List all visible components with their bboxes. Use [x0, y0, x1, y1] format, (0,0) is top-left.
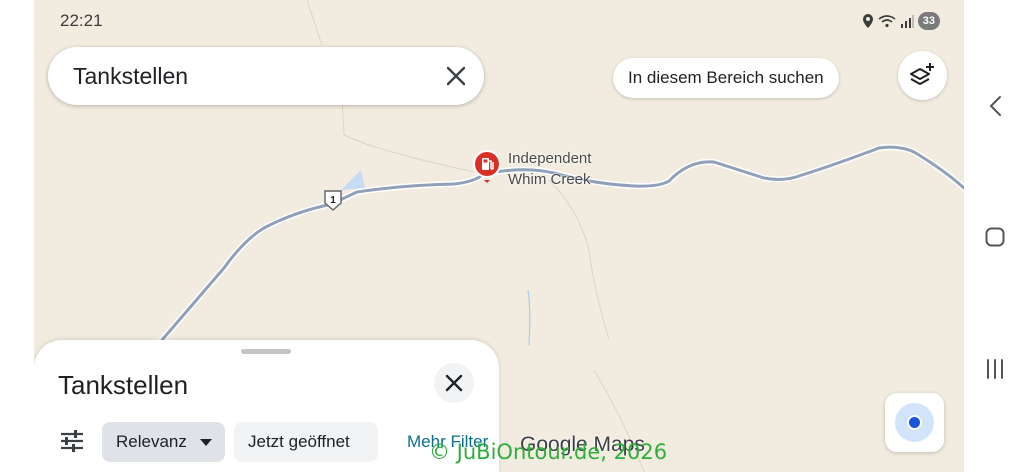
map-stream [527, 289, 531, 346]
recents-icon[interactable] [985, 358, 1005, 380]
dropdown-icon [200, 439, 212, 446]
tune-icon[interactable] [60, 430, 84, 452]
sheet-title: Tankstellen [58, 370, 189, 400]
map-track [306, 0, 323, 46]
my-location-button[interactable] [885, 393, 944, 452]
sort-chip[interactable]: Relevanz [102, 422, 225, 462]
map-screen[interactable]: 22:21 33 Tankstellen In diesem Bereich s… [34, 0, 964, 472]
device-bezel [0, 0, 34, 472]
search-bar[interactable]: Tankstellen [48, 47, 484, 105]
search-query[interactable]: Tankstellen [73, 63, 188, 90]
status-time: 22:21 [60, 11, 103, 30]
signal-icon [900, 15, 914, 28]
sheet-close-button[interactable] [434, 363, 474, 403]
location-icon [862, 14, 873, 28]
back-icon[interactable] [988, 95, 1002, 117]
battery-indicator: 33 [917, 12, 940, 30]
sort-chip-label: Relevanz [116, 432, 187, 451]
status-icons: 33 [862, 12, 940, 30]
location-dot [907, 415, 922, 430]
system-nav-bar [964, 0, 1023, 472]
map-track [548, 179, 610, 341]
close-icon[interactable] [444, 64, 468, 88]
drag-handle[interactable] [241, 349, 291, 354]
poi-name-line2: Whim Creek [508, 171, 591, 188]
search-this-area-button[interactable]: In diesem Bereich suchen [613, 58, 839, 98]
route-shield: 1 [323, 189, 343, 216]
home-icon[interactable] [985, 227, 1005, 247]
map-track [341, 99, 475, 173]
open-now-chip[interactable]: Jetzt geöffnet [234, 422, 378, 462]
map-water [341, 170, 365, 190]
layers-add-icon [910, 63, 934, 85]
wifi-icon [878, 15, 896, 28]
poi-label[interactable]: Independent Whim Creek [508, 148, 591, 190]
poi-name-line1: Independent [508, 150, 592, 167]
poi-marker[interactable] [472, 149, 502, 188]
layers-button[interactable] [898, 51, 947, 100]
watermark: © JuBiOntour.de, 2026 [429, 440, 668, 464]
route-number: 1 [330, 195, 336, 206]
close-icon [445, 374, 463, 392]
gas-station-icon [473, 150, 501, 183]
